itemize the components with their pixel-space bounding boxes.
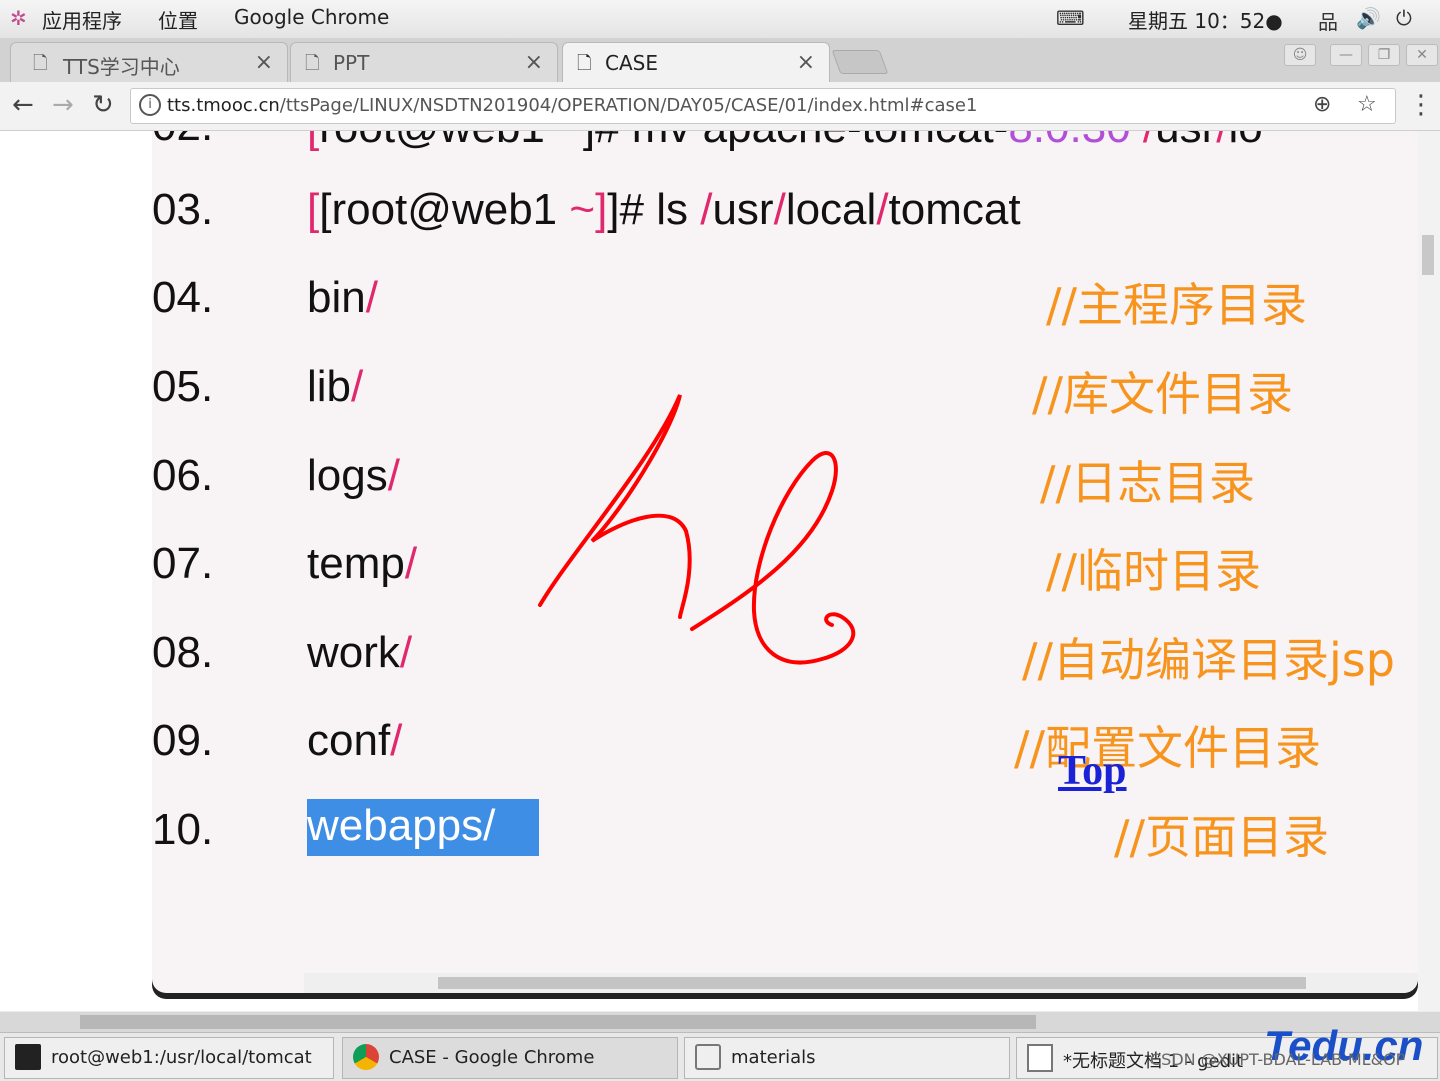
profile-icon[interactable]: ☺ (1284, 44, 1316, 66)
close-icon[interactable]: × (255, 50, 273, 75)
new-tab-button[interactable] (831, 50, 889, 74)
volume-icon[interactable]: 🔊 (1356, 6, 1381, 30)
folder-icon (695, 1044, 721, 1070)
red-ink-annotation (538, 394, 856, 665)
menu-kebab-icon[interactable]: ⋮ (1408, 90, 1434, 120)
code-block: [root@web1 ~]# mv apache-tomcat-8.0.30 /… (152, 131, 1418, 993)
maximize-button[interactable]: ❐ (1368, 44, 1400, 66)
power-icon[interactable]: ⏻ (1396, 6, 1412, 30)
task-label: root@web1:/usr/local/tomcat (51, 1047, 312, 1068)
tab-case[interactable]: 🗋 CASE × (562, 42, 830, 83)
tab-label: TTS学习中心 (63, 55, 180, 79)
back-arrow-icon[interactable]: ← (12, 90, 34, 120)
url-path: /ttsPage/LINUX/NSDTN201904/OPERATION/DAY… (279, 95, 978, 116)
scrollbar-thumb[interactable] (438, 977, 1306, 989)
chrome-icon (353, 1044, 379, 1070)
applications-menu[interactable]: 应用程序 (42, 5, 122, 34)
task-label: materials (731, 1047, 816, 1068)
active-app-name[interactable]: Google Chrome (234, 5, 389, 29)
page-icon: 🗋 (305, 53, 320, 74)
places-menu[interactable]: 位置 (158, 5, 198, 34)
keyboard-icon[interactable]: ⌨ (1056, 6, 1085, 30)
task-chrome[interactable]: CASE - Google Chrome (342, 1037, 678, 1079)
info-icon[interactable]: i (139, 94, 161, 116)
close-icon[interactable]: × (797, 50, 815, 75)
browser-toolbar: ← → ↻ i tts.tmooc.cn/ttsPage/LINUX/NSDTN… (0, 82, 1440, 131)
apps-menu-icon[interactable]: ✲ (10, 6, 27, 30)
minimize-button[interactable]: — (1330, 44, 1362, 66)
watermark: CSDN @XUPT-BDAL-LAB-ML&OP (1150, 1050, 1406, 1069)
bookmark-star-icon[interactable]: ☆ (1357, 92, 1377, 117)
vertical-scrollbar[interactable] (1418, 131, 1440, 1011)
task-label: CASE - Google Chrome (389, 1047, 595, 1068)
text-editor-icon (1027, 1044, 1053, 1072)
tab-tts[interactable]: 🗋 TTS学习中心 × (10, 42, 288, 83)
url-host: tts.tmooc.cn (167, 95, 280, 116)
url-text[interactable]: tts.tmooc.cn/ttsPage/LINUX/NSDTN201904/O… (167, 95, 977, 116)
system-top-bar: ✲ 应用程序 位置 Google Chrome ⌨ 星期五 10：52● 品 🔊… (0, 0, 1440, 39)
page-icon: 🗋 (33, 53, 48, 74)
task-materials[interactable]: materials (684, 1037, 1010, 1079)
tab-strip: 🗋 TTS学习中心 × 🗋 PPT × 🗋 CASE × (0, 38, 1440, 83)
page-horizontal-scrollbar[interactable] (0, 1012, 1440, 1032)
page-icon: 🗋 (577, 53, 592, 74)
scrollbar-thumb[interactable] (1422, 235, 1434, 275)
network-icon[interactable]: 品 (1318, 6, 1338, 35)
scrollbar-thumb[interactable] (80, 1015, 1036, 1029)
address-bar[interactable]: i tts.tmooc.cn/ttsPage/LINUX/NSDTN201904… (130, 88, 1396, 124)
page-content: [root@web1 ~]# mv apache-tomcat-8.0.30 /… (0, 131, 1440, 1011)
tab-ppt[interactable]: 🗋 PPT × (290, 42, 558, 83)
forward-arrow-icon[interactable]: → (52, 90, 74, 120)
close-icon[interactable]: × (525, 50, 543, 75)
clock[interactable]: 星期五 10：52● (1128, 5, 1283, 34)
task-terminal[interactable]: root@web1:/usr/local/tomcat (4, 1037, 334, 1079)
horizontal-scrollbar[interactable] (304, 973, 1418, 993)
terminal-icon (15, 1044, 41, 1070)
tab-label: CASE (605, 51, 658, 75)
close-window-button[interactable]: ✕ (1406, 44, 1438, 66)
zoom-icon[interactable]: ⊕ (1313, 92, 1331, 117)
tab-label: PPT (333, 51, 370, 75)
reload-icon[interactable]: ↻ (92, 90, 114, 120)
